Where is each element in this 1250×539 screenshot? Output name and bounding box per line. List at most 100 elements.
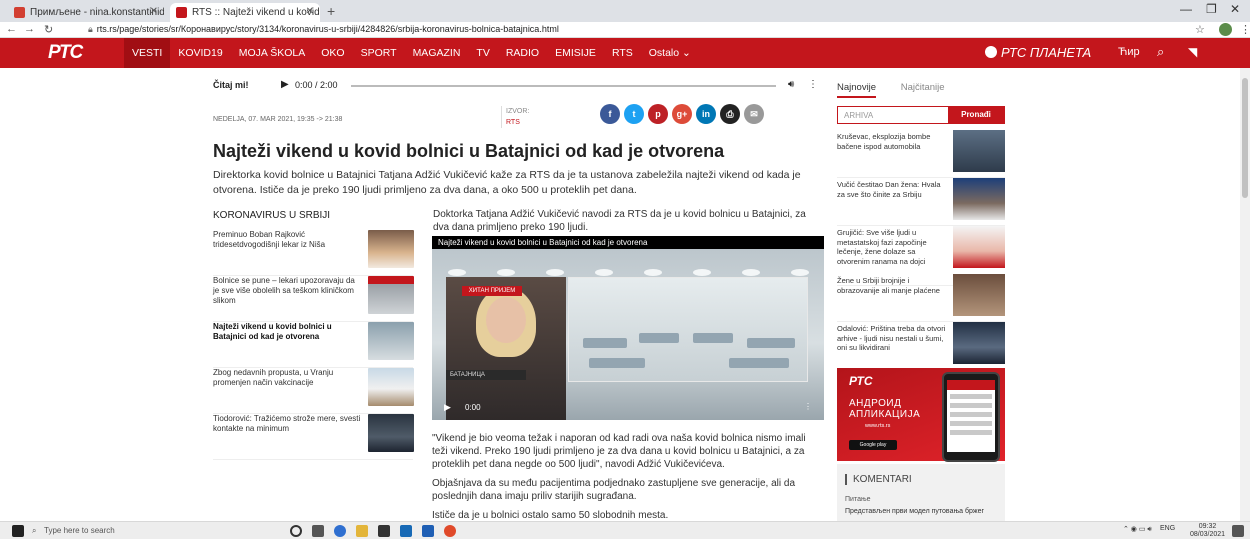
article-lead: Direktorka kovid bolnice u Batajnici Tat…	[213, 169, 801, 196]
nav-item-magazin[interactable]: MAGAZIN	[405, 38, 469, 68]
twitter-icon[interactable]: t	[624, 104, 644, 124]
script-toggle[interactable]: Ћир	[1118, 46, 1140, 58]
ad-url: www.rts.rs	[865, 423, 891, 429]
facebook-icon[interactable]: f	[600, 104, 620, 124]
close-tab-icon[interactable]: ✕	[150, 6, 158, 17]
ceiling-lights	[432, 269, 824, 277]
related-heading[interactable]: KORONAVIRUS U SRBIJI	[213, 210, 330, 221]
sidebar-news-title: Žene u Srbiji brojnije i obrazovanije al…	[837, 276, 940, 295]
print-icon[interactable]: ⎙	[720, 104, 740, 124]
rts-planeta-link[interactable]: РТС ПЛАНЕТА	[985, 45, 1091, 60]
sidebar-tabs: Najnovije Najčitanije	[837, 82, 945, 98]
player-progress-bar[interactable]	[351, 85, 776, 87]
related-item[interactable]: Najteži vikend u kovid bolnici u Batajni…	[213, 322, 414, 368]
browser-tab-strip: Примљене - nina.konstantinidis ✕ RTS :: …	[0, 0, 1250, 22]
taskbar-search-placeholder: Type here to search	[44, 526, 115, 535]
minimize-icon[interactable]: —	[1180, 2, 1192, 16]
browser-tab-gmail[interactable]: Примљене - nina.konstantinidis ✕	[8, 3, 164, 22]
word-icon[interactable]	[422, 525, 434, 537]
nav-item-ostalo[interactable]: Ostalo ⌄	[641, 38, 699, 68]
planeta-icon	[985, 46, 997, 58]
comments-box: KOMENTARI Питање Представљен први модел …	[837, 464, 1005, 521]
archive-search-input[interactable]: ARHIVA	[844, 111, 873, 120]
nav-item-rts[interactable]: RTS	[604, 38, 641, 68]
url-field[interactable]: 🔒︎ rts.rs/page/stories/sr/Коронавирус/sto…	[88, 24, 559, 35]
video-time: 0:00	[465, 403, 481, 412]
profile-avatar[interactable]	[1219, 23, 1232, 36]
video-title: Najteži vikend u kovid bolnici u Batajni…	[432, 236, 824, 249]
pinterest-icon[interactable]: p	[648, 104, 668, 124]
tray-icons[interactable]: ⌃ ◉ ▭ 🔊︎	[1123, 525, 1152, 534]
scrollbar-thumb[interactable]	[1242, 78, 1248, 198]
ad-logo: РТС	[849, 374, 873, 388]
email-icon[interactable]: ✉	[744, 104, 764, 124]
related-item[interactable]: Zbog nedavnih propusta, u Vranju promenj…	[213, 368, 414, 414]
store-icon[interactable]	[378, 525, 390, 537]
edge-icon[interactable]	[334, 525, 346, 537]
sidebar-news-item[interactable]: Kruševac, eksplozija bombe bačene ispod …	[837, 130, 1005, 178]
mail-icon[interactable]	[400, 525, 412, 537]
taskbar-lang[interactable]: ENG	[1160, 525, 1175, 532]
nav-item-radio[interactable]: RADIO	[498, 38, 547, 68]
taskbar-search[interactable]: ⌕ Type here to search	[30, 524, 250, 538]
player-more-icon[interactable]: ⋮	[808, 79, 818, 90]
video-play-icon[interactable]: ▶	[444, 402, 451, 413]
close-tab-icon[interactable]: ✕	[306, 6, 314, 17]
forward-icon[interactable]: →	[24, 23, 35, 35]
restore-icon[interactable]: ❐	[1206, 2, 1217, 16]
sidebar-news-title: Grujičić: Sve više ljudi u metastatskoj …	[837, 228, 927, 266]
related-item-title: Zbog nedavnih propusta, u Vranju promenj…	[213, 368, 334, 387]
related-item[interactable]: Bolnice se pune – lekari upozoravaju da …	[213, 276, 414, 322]
window-close-icon[interactable]: ✕	[1230, 2, 1240, 16]
right-sidebar: Najnovije Najčitanije ARHIVA Pronađi Kru…	[835, 68, 1005, 521]
comments-preview[interactable]: Представљен први модел путовања бржег	[845, 508, 984, 515]
play-icon[interactable]: ▶	[281, 79, 289, 90]
nav-item-sport[interactable]: SPORT	[353, 38, 405, 68]
linkedin-icon[interactable]: in	[696, 104, 716, 124]
reload-icon[interactable]: ↻	[44, 23, 53, 36]
windows-start-icon[interactable]	[12, 525, 24, 537]
chrome-icon[interactable]	[444, 525, 456, 537]
player-time: 0:00 / 2:00	[295, 80, 338, 90]
page-scrollbar[interactable]	[1240, 68, 1250, 521]
volume-icon[interactable]: 🔊︎	[788, 79, 794, 90]
new-tab-button[interactable]: +	[327, 3, 335, 19]
related-item[interactable]: Preminuo Boban Rajković tridesetdvogodiš…	[213, 230, 414, 276]
nav-item-tv[interactable]: TV	[468, 38, 497, 68]
phone-mockup	[942, 372, 1000, 462]
cortana-icon[interactable]	[290, 525, 302, 537]
rss-icon[interactable]: ◥	[1188, 45, 1197, 59]
sidebar-news-item[interactable]: Vučić čestitao Dan žena: Hvala za sve št…	[837, 178, 1005, 226]
video-more-icon[interactable]: ⋮	[804, 402, 812, 411]
related-item-thumbnail	[368, 368, 414, 406]
nav-item-oko[interactable]: OKO	[313, 38, 352, 68]
menu-dots-icon[interactable]: ⋮	[1240, 23, 1250, 36]
nav-item-kovid19[interactable]: KOVID19	[170, 38, 230, 68]
archive-search-button[interactable]: Pronađi	[948, 107, 1004, 123]
task-view-icon[interactable]	[312, 525, 324, 537]
file-explorer-icon[interactable]	[356, 525, 368, 537]
taskbar-clock[interactable]: 09:32 08/03/2021	[1190, 523, 1225, 539]
video-player[interactable]: Najteži vikend u kovid bolnici u Batajni…	[432, 236, 824, 420]
hospital-ward-scene	[568, 277, 808, 382]
rts-logo[interactable]: РТС	[48, 42, 83, 64]
nav-item-moja-skola[interactable]: MOJA ŠKOLA	[231, 38, 314, 68]
bookmark-star-icon[interactable]: ☆	[1195, 23, 1205, 36]
search-icon[interactable]: ⌕	[1157, 44, 1164, 60]
google-plus-icon[interactable]: g+	[672, 104, 692, 124]
related-item[interactable]: Tiodorović: Tražićemo strože mere, svest…	[213, 414, 414, 460]
related-item-title: Tiodorović: Tražićemo strože mere, svest…	[213, 414, 361, 433]
nav-item-emisije[interactable]: EMISIJE	[547, 38, 604, 68]
back-icon[interactable]: ←	[6, 23, 17, 35]
android-app-ad[interactable]: РТС АНДРОИД АПЛИКАЦИЈА www.rts.rs Google…	[837, 368, 1005, 462]
nav-item-vesti[interactable]: VESTI	[124, 38, 171, 68]
sidebar-news-title: Odalović: Priština treba da otvori arhiv…	[837, 324, 946, 352]
tab-najcitanije[interactable]: Najčitanije	[901, 82, 945, 93]
sidebar-news-item[interactable]: Žene u Srbiji brojnije i obrazovanije al…	[837, 274, 1005, 322]
tab-najnovije[interactable]: Najnovije	[837, 82, 877, 98]
notification-icon[interactable]	[1232, 525, 1244, 537]
search-icon: ⌕	[32, 526, 37, 535]
video-sign: ХИТАН ПРИЈЕМ	[462, 286, 522, 296]
sidebar-news-item[interactable]: Odalović: Priština treba da otvori arhiv…	[837, 322, 1005, 370]
browser-tab-rts[interactable]: RTS :: Najteži vikend u kovid boln ✕	[170, 3, 320, 22]
